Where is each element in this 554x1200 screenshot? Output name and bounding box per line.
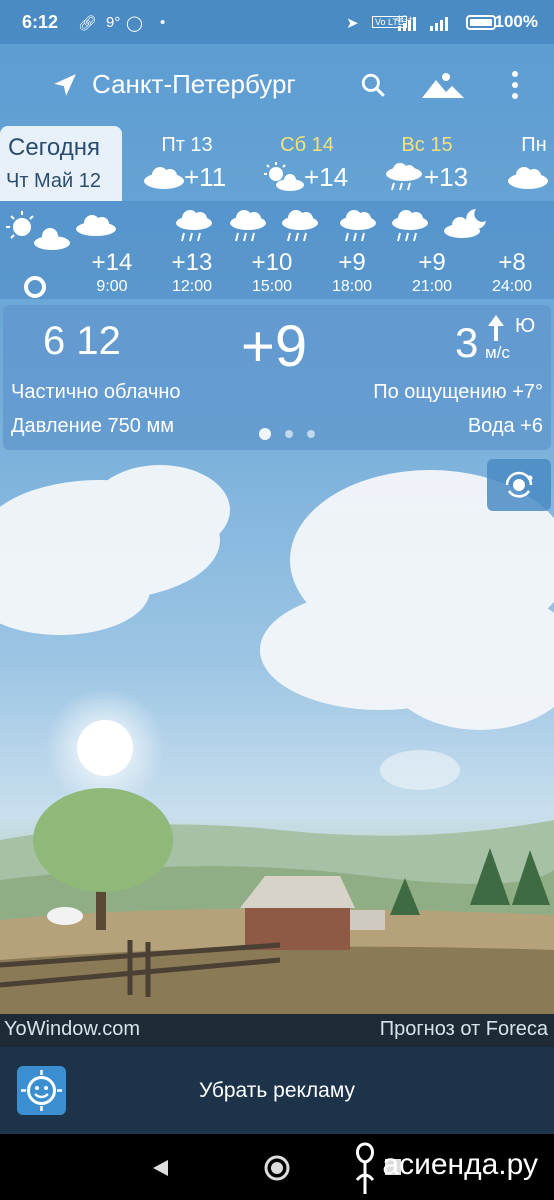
hour-temp: +10 <box>251 249 293 276</box>
city-name[interactable]: Санкт-Петербург <box>92 69 296 100</box>
hour-item: +13 12:00 <box>152 201 232 299</box>
watermark-text: асиенда.ру <box>382 1148 538 1181</box>
toolbar: Санкт-Петербург <box>0 44 554 126</box>
day-today[interactable]: Сегодня Чт Май 12 <box>0 126 122 201</box>
back-icon[interactable] <box>150 1158 170 1178</box>
day-item[interactable]: Пт 13 +11 <box>132 126 242 201</box>
partly-cloudy-icon <box>264 162 304 191</box>
hour-temp: +9 <box>338 249 366 276</box>
rain-icon <box>230 210 266 242</box>
location-arrow-icon[interactable] <box>52 72 78 98</box>
hour-temp: +14 <box>91 249 133 276</box>
current-time-indicator <box>24 276 46 298</box>
hour-item: +10 15:00 <box>230 201 318 299</box>
hour-time: 24:00 <box>491 278 533 295</box>
cloudy-icon <box>144 167 184 189</box>
signal-icon <box>398 17 448 31</box>
status-time: 6:12 <box>22 12 59 32</box>
page-dot <box>307 430 315 438</box>
day-item[interactable]: Пн <box>484 126 554 201</box>
today-label: Сегодня <box>8 134 100 161</box>
sun-cycle-button[interactable] <box>487 459 551 511</box>
battery-percent: 100% <box>494 12 538 31</box>
day-label: Сб 14 <box>280 134 334 156</box>
hour-time: 12:00 <box>171 278 213 295</box>
page-dot <box>285 430 293 438</box>
credits-bar: YoWindow.com Прогноз от Foreca <box>0 1014 554 1047</box>
remove-ads-button[interactable]: Убрать рекламу <box>0 1079 554 1103</box>
hour-temp: +9 <box>418 249 446 276</box>
hour-item: +14 9:00 <box>72 201 152 299</box>
night-cloudy-icon <box>444 209 486 238</box>
wind-direction: Ю <box>515 315 536 337</box>
day-label: Пт 13 <box>161 134 213 156</box>
link-icon: 🔗︎ <box>78 15 98 32</box>
current-temperature: +9 <box>241 314 308 379</box>
wind-unit: м/с <box>485 343 510 362</box>
battery-icon <box>466 15 496 30</box>
rain-icon <box>386 163 422 191</box>
day-label: Вс 15 <box>401 134 453 156</box>
day-temp: +14 <box>304 162 349 192</box>
day-item[interactable]: Сб 14 +14 <box>252 126 362 201</box>
day-temp: +13 <box>424 162 469 192</box>
cloudy-icon <box>508 167 548 189</box>
feels-like-text: По ощущению +7° <box>373 381 543 403</box>
hour-time: 18:00 <box>331 278 373 295</box>
page-dot-active <box>259 428 271 440</box>
rain-icon <box>392 210 428 242</box>
day-label: Пн <box>521 134 547 156</box>
hour-time: 15:00 <box>251 278 293 295</box>
hour-item: +9 18:00 <box>312 201 392 299</box>
location-status-icon: ➤ <box>346 15 359 32</box>
wind-arrow-icon <box>488 315 504 341</box>
search-icon[interactable] <box>360 72 386 98</box>
home-icon[interactable] <box>263 1154 291 1182</box>
hourly-forecast-strip[interactable]: +14 9:00 +13 12:00 +10 15:00 +9 18:00 +9… <box>0 201 554 299</box>
rain-icon <box>340 210 376 242</box>
hour-time: 21:00 <box>411 278 453 295</box>
yowindow-link[interactable]: YoWindow.com <box>4 1018 140 1041</box>
partly-cloudy-icon <box>6 211 70 250</box>
forecast-provider-link[interactable]: Прогноз от Foreca <box>380 1018 548 1041</box>
temperature-badge: 9° <box>106 14 121 31</box>
current-time: 6 12 <box>43 319 121 363</box>
today-date: Чт Май 12 <box>6 170 102 192</box>
hour-item: +8 24:00 <box>444 201 552 299</box>
landscape-icon[interactable] <box>422 70 464 98</box>
hour-temp: +13 <box>171 249 213 276</box>
day-temp: +11 <box>184 162 227 192</box>
remove-ads-bar[interactable]: Убрать рекламу <box>0 1047 554 1134</box>
wind-speed: 3 <box>455 319 479 366</box>
status-bar: 6:12 🔗︎ 9° ◯ • ➤ Vo LTE 4G+ 100% <box>0 0 554 44</box>
page-indicator <box>259 425 329 443</box>
rain-icon <box>176 210 212 242</box>
whatsapp-icon: ◯ <box>126 15 143 32</box>
hour-temp: +8 <box>498 249 526 276</box>
water-temp-text: Вода +6 <box>467 415 543 437</box>
condition-text: Частично облачно <box>11 381 181 403</box>
notification-dot-icon: • <box>160 14 166 31</box>
more-vert-icon[interactable] <box>510 70 520 100</box>
pressure-text: Давление 750 мм <box>11 415 174 437</box>
sun-orbit-icon <box>505 471 533 498</box>
watermark-logo-icon <box>355 1142 375 1194</box>
day-item[interactable]: Вс 15 +13 <box>372 126 482 201</box>
current-conditions-panel[interactable]: 6 12 +9 3 Ю м/с Частично облачно Давлени… <box>3 305 551 450</box>
daily-forecast-strip: Сегодня Чт Май 12 Пт 13 +11 Сб 14 +14 Вс… <box>0 126 554 201</box>
hour-time: 9:00 <box>96 278 128 295</box>
